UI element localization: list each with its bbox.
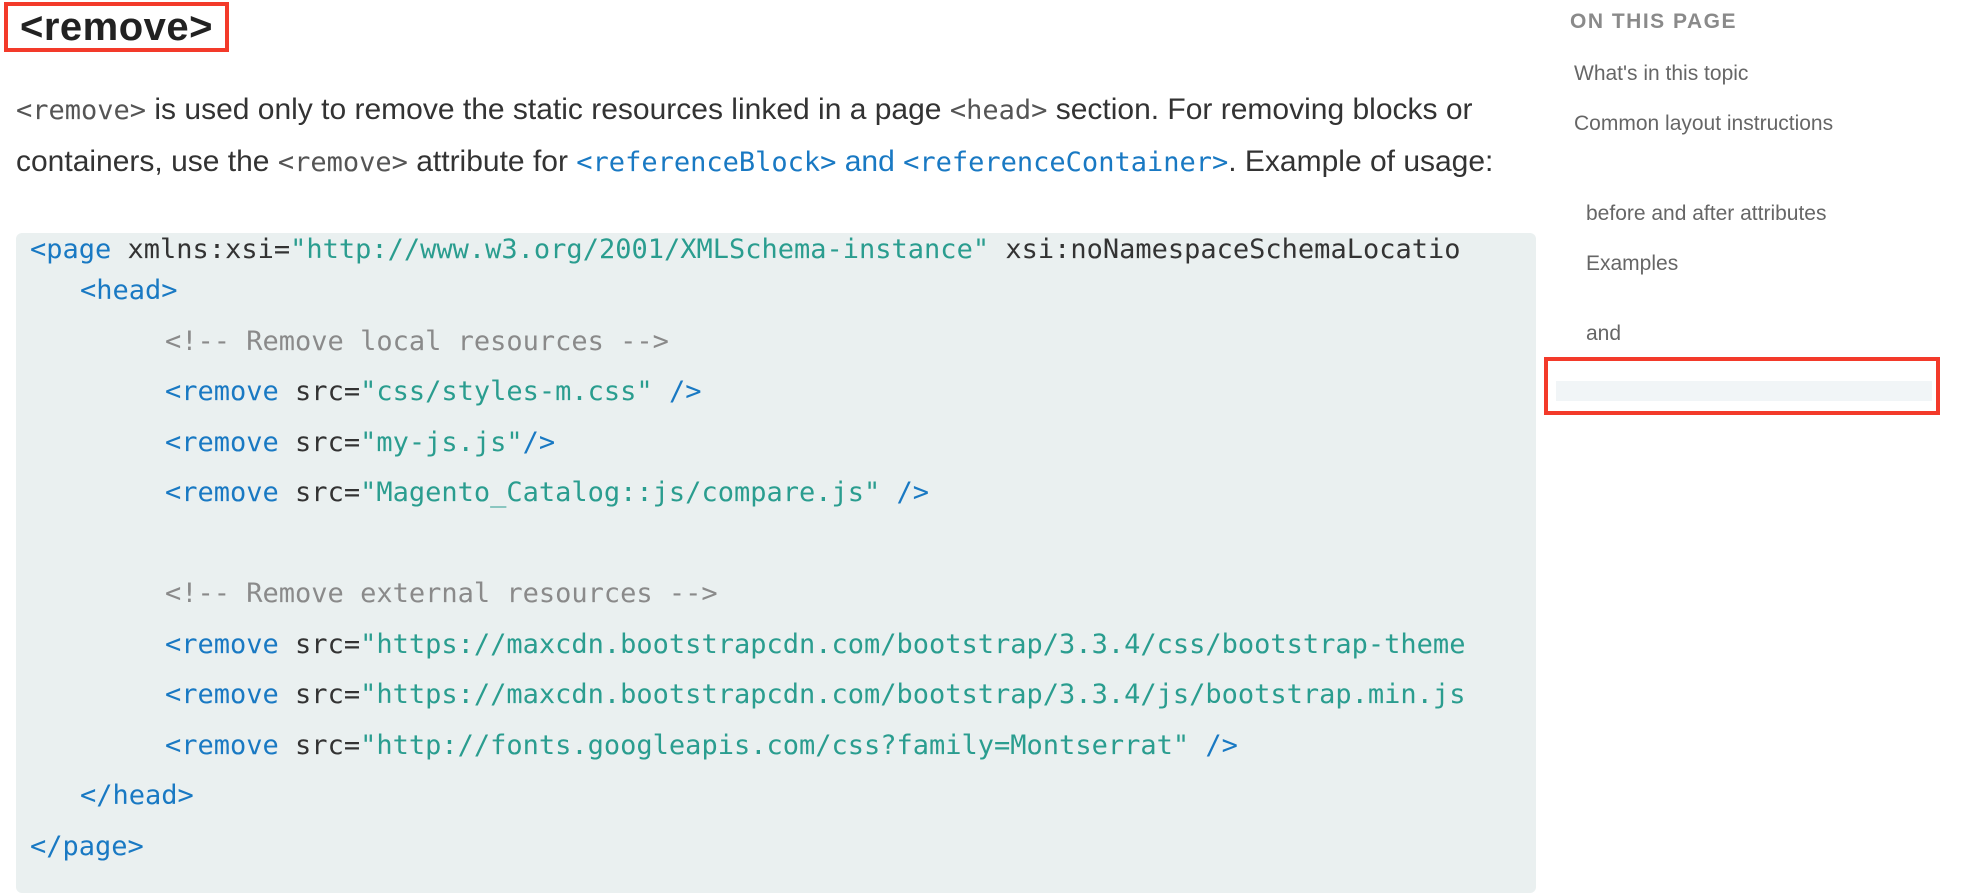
paragraph-text: is used only to remove the static resour… bbox=[146, 93, 950, 126]
on-this-page-nav: ON THIS PAGE What's in this topic Common… bbox=[1540, 0, 1968, 878]
code-comment: <!-- Remove local resources --> bbox=[165, 326, 669, 357]
toc-item-and[interactable]: and bbox=[1586, 322, 1621, 346]
code-token: </page> bbox=[30, 831, 144, 862]
toc-item-whats-in-this-topic[interactable]: What's in this topic bbox=[1574, 62, 1748, 86]
code-token: /> bbox=[522, 427, 556, 458]
code-token: <remove bbox=[165, 629, 279, 660]
reference-container-link-text: <referenceContainer> bbox=[903, 147, 1229, 178]
code-line: </page> bbox=[30, 829, 144, 865]
code-token: /> bbox=[880, 477, 930, 508]
toc-title: ON THIS PAGE bbox=[1570, 10, 1737, 33]
inline-code-remove: <remove> bbox=[16, 95, 147, 126]
code-token: "https://maxcdn.bootstrapcdn.com/bootstr… bbox=[360, 629, 1466, 660]
code-token: xsi:noNamespaceSchemaLocatio bbox=[989, 234, 1461, 265]
code-token: /> bbox=[652, 376, 702, 407]
code-token: <head> bbox=[80, 275, 178, 306]
code-token: src= bbox=[278, 629, 361, 660]
reference-block-link-text: <referenceBlock> bbox=[576, 147, 837, 178]
code-line: <remove src="my-js.js"/> bbox=[165, 425, 555, 461]
code-sample: <page xmlns:xsi="http://www.w3.org/2001/… bbox=[16, 233, 1536, 893]
inline-code-head: <head> bbox=[949, 95, 1048, 126]
main-content: <remove> <remove> is used only to remove… bbox=[0, 0, 1540, 893]
code-token: xmlns:xsi= bbox=[111, 234, 291, 265]
code-token: "http://fonts.googleapis.com/css?family=… bbox=[360, 730, 1190, 761]
intro-paragraph: <remove> is used only to remove the stat… bbox=[16, 84, 1516, 188]
code-token: <remove bbox=[165, 679, 279, 710]
code-token: src= bbox=[278, 477, 361, 508]
code-token: </head> bbox=[80, 780, 194, 811]
code-line: <remove src="css/styles-m.css" /> bbox=[165, 374, 701, 410]
code-token: src= bbox=[278, 679, 361, 710]
toc-item-common-layout-instructions[interactable]: Common layout instructions bbox=[1574, 112, 1833, 136]
code-line: <!-- Remove external resources --> bbox=[165, 576, 718, 612]
code-token: "http://www.w3.org/2001/XMLSchema-instan… bbox=[290, 234, 990, 265]
code-line: </head> bbox=[80, 778, 194, 814]
code-token: "my-js.js" bbox=[360, 427, 523, 458]
code-token: <remove bbox=[165, 376, 279, 407]
toc-item-remove-highlighted[interactable] bbox=[1544, 357, 1940, 415]
code-token: src= bbox=[278, 730, 361, 761]
code-token: <remove bbox=[165, 730, 279, 761]
code-token: src= bbox=[278, 427, 361, 458]
code-line: <remove src="http://fonts.googleapis.com… bbox=[165, 728, 1238, 764]
paragraph-text: . Example of usage: bbox=[1228, 145, 1494, 178]
code-line: <head> bbox=[80, 273, 178, 309]
inline-code-remove: <remove> bbox=[277, 147, 408, 178]
code-token: src= bbox=[278, 376, 361, 407]
code-line: <remove src="https://maxcdn.bootstrapcdn… bbox=[165, 677, 1465, 713]
reference-block-link[interactable]: <referenceBlock> and <referenceContainer… bbox=[576, 145, 1228, 178]
code-line: <page xmlns:xsi="http://www.w3.org/2001/… bbox=[30, 233, 1460, 268]
code-comment: <!-- Remove external resources --> bbox=[165, 578, 718, 609]
paragraph-text: attribute for bbox=[407, 145, 577, 178]
toc-item-before-after-attributes[interactable]: before and after attributes bbox=[1586, 202, 1827, 226]
code-token: "https://maxcdn.bootstrapcdn.com/bootstr… bbox=[360, 679, 1466, 710]
page-heading: <remove> bbox=[4, 2, 230, 52]
code-token: <remove bbox=[165, 477, 279, 508]
code-token: <page bbox=[30, 234, 112, 265]
code-line: <remove src="https://maxcdn.bootstrapcdn… bbox=[165, 627, 1465, 663]
code-token: /> bbox=[1189, 730, 1238, 761]
code-token: "Magento_Catalog::js/compare.js" bbox=[360, 477, 881, 508]
code-line: <!-- Remove local resources --> bbox=[165, 324, 669, 360]
toc-active-item-background bbox=[1556, 381, 1932, 401]
toc-item-examples[interactable]: Examples bbox=[1586, 252, 1678, 276]
code-token: "css/styles-m.css" bbox=[360, 376, 653, 407]
code-line: <remove src="Magento_Catalog::js/compare… bbox=[165, 475, 929, 511]
link-and-text: and bbox=[836, 145, 904, 178]
code-token: <remove bbox=[165, 427, 279, 458]
